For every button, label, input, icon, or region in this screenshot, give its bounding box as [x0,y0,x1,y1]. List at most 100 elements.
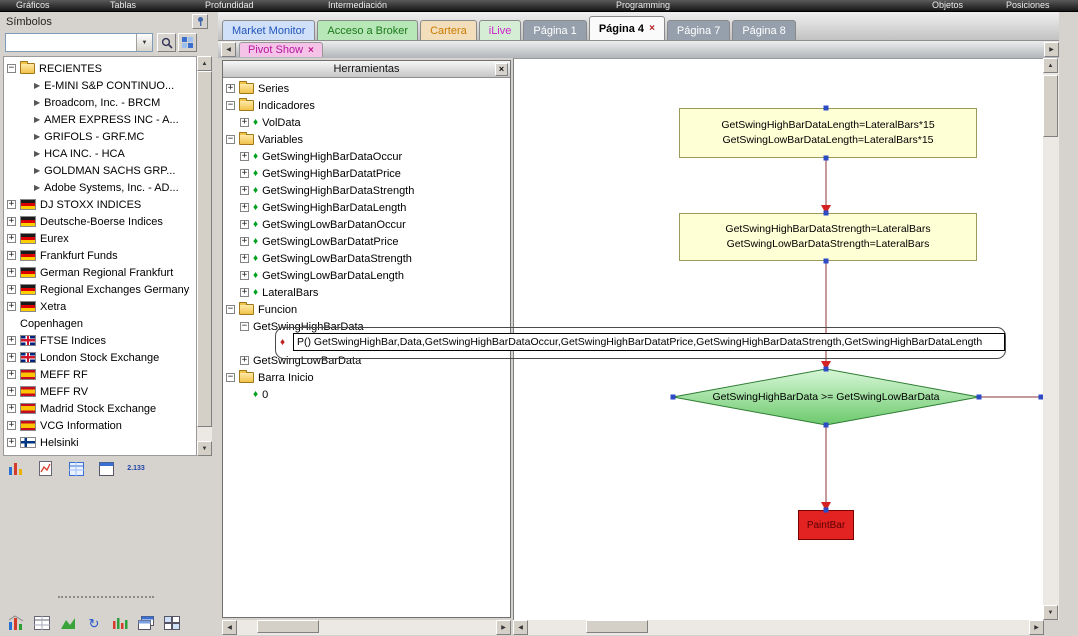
canvas-horizontal-scrollbar[interactable]: ◀ ▶ [513,620,1044,635]
expander-plus-icon[interactable]: + [7,268,16,277]
expander-plus-icon[interactable]: + [7,404,16,413]
tool-item-getswinglowbardatanoccur[interactable]: +♦GetSwingLowBarDatanOccur [223,216,510,233]
scrollbar-track[interactable] [197,71,212,441]
symbol-search-input[interactable] [7,35,135,50]
symbol-item-hca-inc-hca[interactable]: +▶HCA INC. - HCA [4,145,196,162]
menu-graficos[interactable]: Gráficos [16,0,50,11]
tab-pagina-7[interactable]: Página 7 [667,20,730,40]
tool-item-voldata[interactable]: +♦VolData [223,114,510,131]
expander-plus-icon[interactable]: + [240,237,249,246]
symbol-item-frankfurt-funds[interactable]: +Frankfurt Funds [4,247,196,264]
chart-report-button[interactable] [34,458,58,479]
tool-item-series[interactable]: +Series [223,80,510,97]
symbol-item-helsinki[interactable]: +Helsinki [4,434,196,451]
tab-market-monitor[interactable]: Market Monitor [222,20,315,40]
scroll-right-button[interactable]: ▶ [496,620,511,635]
subtab-scroll-right-button[interactable]: ▶ [1044,42,1059,57]
expander-plus-icon[interactable]: + [240,254,249,263]
expander-plus-icon[interactable]: + [240,118,249,127]
symbol-item-ftse-indices[interactable]: +FTSE Indices [4,332,196,349]
canvas-vertical-scrollbar[interactable]: ▲ ▼ [1043,58,1059,620]
tool-item-getswinglowbardata[interactable]: +GetSwingLowBarData [223,352,510,369]
tool-item-getswinghighbardataoccur[interactable]: +♦GetSwingHighBarDataOccur [223,148,510,165]
expander-plus-icon[interactable]: + [7,336,16,345]
expander-plus-icon[interactable]: + [7,353,16,362]
tile-windows-button[interactable] [160,612,184,634]
flow-node-decision[interactable]: GetSwingHighBarData >= GetSwingLowBarDat… [679,383,973,411]
expander-plus-icon[interactable]: + [240,169,249,178]
flow-node-length-assign[interactable]: GetSwingHighBarDataLength=LateralBars*15… [679,108,977,158]
pin-button[interactable] [192,14,208,29]
symbol-item-deutsche-boerse-indices[interactable]: +Deutsche-Boerse Indices [4,213,196,230]
scrollbar-thumb[interactable] [586,620,648,633]
symbol-item-grifols-grf-mc[interactable]: +▶GRIFOLS - GRF.MC [4,128,196,145]
expander-plus-icon[interactable]: + [240,356,249,365]
tool-item-getswinglowbardatatprice[interactable]: +♦GetSwingLowBarDatatPrice [223,233,510,250]
symbol-counter-button[interactable]: 2.133 [124,458,148,479]
expander-plus-icon[interactable]: + [226,84,235,93]
tools-panel-header[interactable]: Herramientas × [223,61,510,78]
symbols-scrollbar[interactable]: ▲ ▼ [197,56,212,456]
expander-minus-icon[interactable]: − [240,322,249,331]
scrollbar-thumb[interactable] [197,71,212,427]
expander-plus-icon[interactable]: + [7,200,16,209]
tool-item-getswinglowbardatalength[interactable]: +♦GetSwingLowBarDataLength [223,267,510,284]
scroll-down-button[interactable]: ▼ [1043,605,1058,620]
scrollbar-track[interactable] [237,620,496,635]
scrollbar-thumb[interactable] [257,620,319,633]
symbol-grid-button[interactable] [178,33,197,52]
symbol-item-meff-rf[interactable]: +MEFF RF [4,366,196,383]
expander-plus-icon[interactable]: + [7,438,16,447]
expander-plus-icon[interactable]: + [7,370,16,379]
expander-minus-icon[interactable]: − [226,373,235,382]
flow-node-strength-assign[interactable]: GetSwingHighBarDataStrength=LateralBars … [679,213,977,261]
tab-pagina-4[interactable]: Página 4× [589,16,665,40]
symbol-combo[interactable]: ▼ [5,33,153,52]
symbol-item-amer-express-inc-a[interactable]: +▶AMER EXPRESS INC - A... [4,111,196,128]
menu-objetos[interactable]: Objetos [932,0,963,11]
scrollbar-track[interactable] [1043,73,1059,605]
expander-plus-icon[interactable]: + [240,288,249,297]
tool-item-0[interactable]: +♦0 [223,386,510,403]
tab-ilive[interactable]: iLive [479,20,522,40]
quote-board-button[interactable] [64,458,88,479]
scrollbar-track[interactable] [528,620,1029,635]
new-table-button[interactable] [30,612,54,634]
scroll-up-button[interactable]: ▲ [197,56,212,71]
expander-minus-icon[interactable]: − [226,135,235,144]
subtab-pivot-show[interactable]: Pivot Show × [239,42,323,57]
panel-splitter-handle[interactable] [58,596,154,598]
refresh-button[interactable]: ↻ [82,612,106,634]
tools-horizontal-scrollbar[interactable]: ◀ ▶ [222,620,511,635]
chart-shortcut-button[interactable] [4,458,28,479]
subtab-close-icon[interactable]: × [308,45,314,56]
symbol-item-madrid-stock-exchange[interactable]: +Madrid Stock Exchange [4,400,196,417]
volume-button[interactable] [108,612,132,634]
menu-tablas[interactable]: Tablas [110,0,136,11]
tool-item-p-getswinghighbar-data-getswinghighbarda[interactable]: ♦P() GetSwingHighBar,Data,GetSwingHighBa… [223,335,510,352]
subtab-scroll-left-button[interactable]: ◀ [221,42,236,57]
tool-item-getswinghighbardatalength[interactable]: +♦GetSwingHighBarDataLength [223,199,510,216]
symbol-item-regional-exchanges-germany[interactable]: +Regional Exchanges Germany [4,281,196,298]
expander-plus-icon[interactable]: + [240,220,249,229]
scrollbar-thumb[interactable] [1043,75,1058,137]
search-button[interactable] [157,33,176,52]
expander-plus-icon[interactable]: + [240,152,249,161]
tool-item-getswinghighbardatastrength[interactable]: +♦GetSwingHighBarDataStrength [223,182,510,199]
expander-minus-icon[interactable]: − [226,101,235,110]
combo-dropdown-icon[interactable]: ▼ [136,34,152,51]
expander-plus-icon[interactable]: + [240,271,249,280]
symbol-item-meff-rv[interactable]: +MEFF RV [4,383,196,400]
symbol-item-german-regional-frankfurt[interactable]: +German Regional Frankfurt [4,264,196,281]
tool-item-variables[interactable]: −Variables [223,131,510,148]
workspace-button[interactable] [94,458,118,479]
tab-pagina-1[interactable]: Página 1 [523,20,586,40]
menu-posiciones[interactable]: Posiciones [1006,0,1050,11]
menu-programming[interactable]: Programming [616,0,670,11]
expander-plus-icon[interactable]: + [7,234,16,243]
tool-item-lateralbars[interactable]: +♦LateralBars [223,284,510,301]
symbol-item-e-mini-s-p-continuo[interactable]: +▶E-MINI S&P CONTINUO... [4,77,196,94]
symbol-item-adobe-systems-inc-ad[interactable]: +▶Adobe Systems, Inc. - AD... [4,179,196,196]
expander-plus-icon[interactable]: + [240,186,249,195]
tool-item-indicadores[interactable]: −Indicadores [223,97,510,114]
